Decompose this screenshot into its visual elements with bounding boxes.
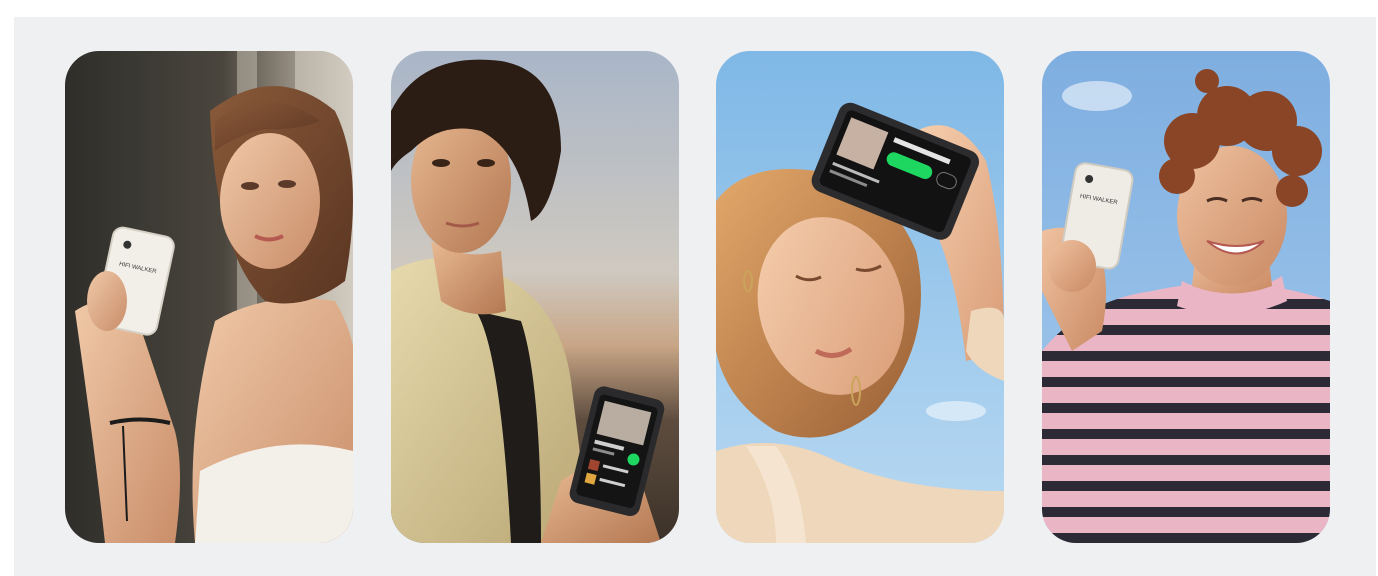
photo-woman-white-player: HIFI WALKER	[65, 51, 353, 543]
lifestyle-photo-card-4[interactable]: HIFI WALKER	[1042, 51, 1330, 543]
photo-man-striped-sweater: HIFI WALKER	[1042, 51, 1330, 543]
photo-man-black-player	[391, 51, 679, 543]
gallery-panel: HIFI WALKER HIFI WALKER	[14, 17, 1376, 576]
lifestyle-photo-card-1[interactable]: HIFI WALKER	[65, 51, 353, 543]
lifestyle-photo-card-2[interactable]	[391, 51, 679, 543]
photo-woman-player-on-forehead	[716, 51, 1004, 543]
lifestyle-photo-card-3[interactable]	[716, 51, 1004, 543]
